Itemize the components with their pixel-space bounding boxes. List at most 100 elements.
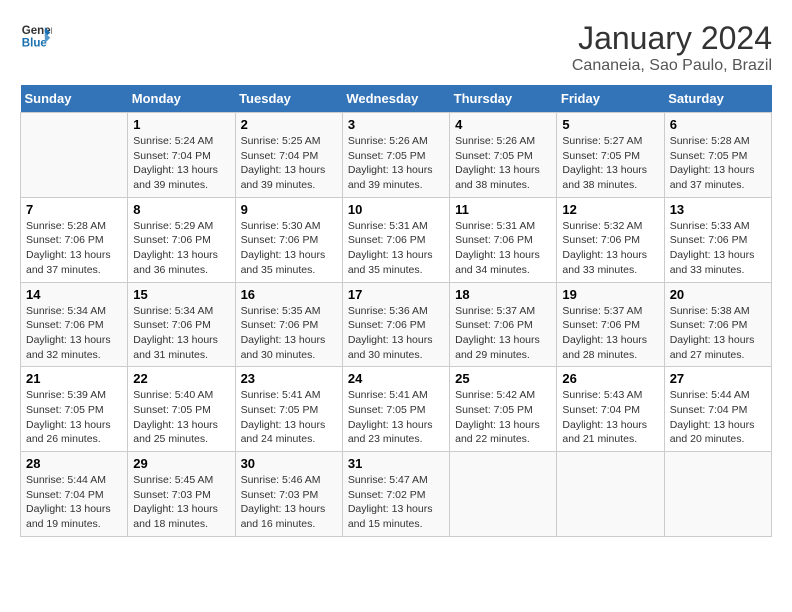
day-number: 19 [562,287,658,302]
sunset-text: Sunset: 7:04 PM [562,403,658,418]
day-info: Sunrise: 5:28 AMSunset: 7:05 PMDaylight:… [670,134,766,193]
sunrise-text: Sunrise: 5:34 AM [133,304,229,319]
calendar-cell: 12 Sunrise: 5:32 AMSunset: 7:06 PMDayligh… [557,197,664,282]
daylight-text: Daylight: 13 hours and 18 minutes. [133,502,229,531]
page-header: General Blue January 2024 Cananeia, Sao … [20,20,772,75]
calendar-body: 1Sunrise: 5:24 AMSunset: 7:04 PMDaylight… [21,113,772,537]
sunrise-text: Sunrise: 5:47 AM [348,473,444,488]
day-info: Sunrise: 5:29 AMSunset: 7:06 PMDaylight:… [133,219,229,278]
calendar-cell [557,452,664,537]
sunset-text: Sunset: 7:05 PM [348,149,444,164]
day-number: 24 [348,371,444,386]
calendar-cell: 19Sunrise: 5:37 AMSunset: 7:06 PMDayligh… [557,282,664,367]
day-number: 8 [133,202,229,217]
logo: General Blue [20,20,52,52]
daylight-text: Daylight: 13 hours and 15 minutes. [348,502,444,531]
day-number: 15 [133,287,229,302]
day-info: Sunrise: 5:40 AMSunset: 7:05 PMDaylight:… [133,388,229,447]
day-number: 13 [670,202,766,217]
calendar-cell: 26Sunrise: 5:43 AMSunset: 7:04 PMDayligh… [557,367,664,452]
calendar-cell: 30 Sunrise: 5:46 AMSunset: 7:03 PMDayligh… [235,452,342,537]
sunset-text: Sunset: 7:06 PM [670,318,766,333]
title-block: January 2024 Cananeia, Sao Paulo, Brazil [572,20,772,75]
calendar-cell: 9 Sunrise: 5:30 AMSunset: 7:06 PMDaylight… [235,197,342,282]
calendar-week-3: 14Sunrise: 5:34 AMSunset: 7:06 PMDayligh… [21,282,772,367]
weekday-header-saturday: Saturday [664,85,771,113]
calendar-cell: 6 Sunrise: 5:28 AMSunset: 7:05 PMDaylight… [664,113,771,198]
sunset-text: Sunset: 7:05 PM [241,403,337,418]
sunset-text: Sunset: 7:06 PM [348,233,444,248]
svg-text:Blue: Blue [22,38,48,50]
day-number: 21 [26,371,122,386]
sunrise-text: Sunrise: 5:42 AM [455,388,551,403]
sunrise-text: Sunrise: 5:45 AM [133,473,229,488]
weekday-header-monday: Monday [128,85,235,113]
sunset-text: Sunset: 7:05 PM [562,149,658,164]
sunset-text: Sunset: 7:06 PM [455,233,551,248]
day-info: Sunrise: 5:27 AMSunset: 7:05 PMDaylight:… [562,134,658,193]
calendar-cell: 1Sunrise: 5:24 AMSunset: 7:04 PMDaylight… [128,113,235,198]
day-info: Sunrise: 5:41 AMSunset: 7:05 PMDaylight:… [241,388,337,447]
calendar-cell: 13 Sunrise: 5:33 AMSunset: 7:06 PMDayligh… [664,197,771,282]
sunset-text: Sunset: 7:04 PM [241,149,337,164]
daylight-text: Daylight: 13 hours and 31 minutes. [133,333,229,362]
day-number: 3 [348,117,444,132]
day-number: 30 [241,456,337,471]
day-number: 9 [241,202,337,217]
daylight-text: Daylight: 13 hours and 32 minutes. [26,333,122,362]
day-info: Sunrise: 5:30 AMSunset: 7:06 PMDaylight:… [241,219,337,278]
page-subtitle: Cananeia, Sao Paulo, Brazil [572,57,772,75]
sunset-text: Sunset: 7:06 PM [670,233,766,248]
calendar-cell: 21Sunrise: 5:39 AMSunset: 7:05 PMDayligh… [21,367,128,452]
sunrise-text: Sunrise: 5:31 AM [348,219,444,234]
calendar-cell [664,452,771,537]
sunrise-text: Sunrise: 5:37 AM [455,304,551,319]
day-info: Sunrise: 5:44 AMSunset: 7:04 PMDaylight:… [26,473,122,532]
day-info: Sunrise: 5:33 AMSunset: 7:06 PMDaylight:… [670,219,766,278]
day-number: 31 [348,456,444,471]
sunrise-text: Sunrise: 5:33 AM [670,219,766,234]
sunset-text: Sunset: 7:06 PM [241,233,337,248]
calendar-cell: 8 Sunrise: 5:29 AMSunset: 7:06 PMDaylight… [128,197,235,282]
day-number: 12 [562,202,658,217]
sunset-text: Sunset: 7:06 PM [562,233,658,248]
sunrise-text: Sunrise: 5:24 AM [133,134,229,149]
calendar-week-2: 7Sunrise: 5:28 AMSunset: 7:06 PMDaylight… [21,197,772,282]
daylight-text: Daylight: 13 hours and 30 minutes. [241,333,337,362]
sunrise-text: Sunrise: 5:29 AM [133,219,229,234]
day-number: 6 [670,117,766,132]
sunset-text: Sunset: 7:05 PM [670,149,766,164]
sunrise-text: Sunrise: 5:26 AM [455,134,551,149]
daylight-text: Daylight: 13 hours and 20 minutes. [670,418,766,447]
sunrise-text: Sunrise: 5:44 AM [26,473,122,488]
day-number: 1 [133,117,229,132]
calendar-cell [21,113,128,198]
day-number: 7 [26,202,122,217]
sunrise-text: Sunrise: 5:32 AM [562,219,658,234]
daylight-text: Daylight: 13 hours and 38 minutes. [562,163,658,192]
daylight-text: Daylight: 13 hours and 37 minutes. [26,248,122,277]
calendar-cell: 3Sunrise: 5:26 AMSunset: 7:05 PMDaylight… [342,113,449,198]
day-number: 27 [670,371,766,386]
sunrise-text: Sunrise: 5:28 AM [670,134,766,149]
daylight-text: Daylight: 13 hours and 39 minutes. [241,163,337,192]
daylight-text: Daylight: 13 hours and 21 minutes. [562,418,658,447]
sunrise-text: Sunrise: 5:41 AM [241,388,337,403]
day-info: Sunrise: 5:47 AMSunset: 7:02 PMDaylight:… [348,473,444,532]
day-info: Sunrise: 5:46 AMSunset: 7:03 PMDaylight:… [241,473,337,532]
calendar-cell: 22Sunrise: 5:40 AMSunset: 7:05 PMDayligh… [128,367,235,452]
daylight-text: Daylight: 13 hours and 37 minutes. [670,163,766,192]
calendar-cell: 16Sunrise: 5:35 AMSunset: 7:06 PMDayligh… [235,282,342,367]
daylight-text: Daylight: 13 hours and 36 minutes. [133,248,229,277]
daylight-text: Daylight: 13 hours and 24 minutes. [241,418,337,447]
day-number: 29 [133,456,229,471]
page-title: January 2024 [572,20,772,57]
sunset-text: Sunset: 7:04 PM [26,488,122,503]
daylight-text: Daylight: 13 hours and 38 minutes. [455,163,551,192]
day-info: Sunrise: 5:32 AMSunset: 7:06 PMDaylight:… [562,219,658,278]
day-number: 16 [241,287,337,302]
calendar-cell: 25Sunrise: 5:42 AMSunset: 7:05 PMDayligh… [450,367,557,452]
sunset-text: Sunset: 7:05 PM [348,403,444,418]
sunrise-text: Sunrise: 5:27 AM [562,134,658,149]
sunrise-text: Sunrise: 5:43 AM [562,388,658,403]
